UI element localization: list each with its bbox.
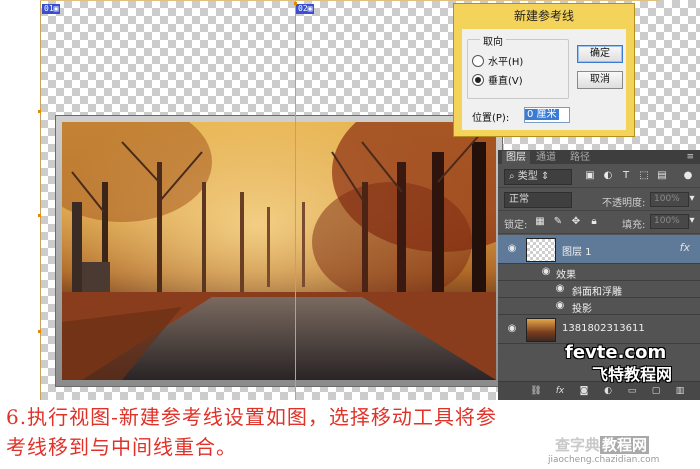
fill-dropdown-icon[interactable]: ▾ (686, 215, 698, 227)
opacity-dropdown-icon[interactable]: ▾ (686, 193, 698, 205)
tab-channels[interactable]: 通道 (532, 151, 560, 164)
panel-menu-icon[interactable]: ≡ (686, 152, 694, 162)
smart-object-filter-icon[interactable]: ▤ (656, 170, 668, 182)
eye-icon[interactable]: ◉ (506, 323, 518, 335)
lock-label: 锁定: (504, 220, 528, 231)
horizontal-radio[interactable] (472, 55, 484, 67)
lock-row: 锁定: ▦ ✎ ✥ 🔒︎ 填充: 100% ▾ (498, 211, 700, 234)
blend-row: 正常 不透明度: 100% ▾ (498, 188, 700, 211)
filter-type-select[interactable]: ⌕ 类型 ⇕ (504, 169, 572, 185)
type-filter-icon[interactable]: T (620, 170, 632, 182)
transform-handle[interactable] (38, 330, 41, 333)
pixel-filter-icon[interactable]: ▣ (584, 170, 596, 182)
horizontal-guide-top[interactable] (40, 0, 660, 1)
dialog-title: 新建参考线 (513, 9, 574, 23)
layer-row-photo[interactable]: ◉ 1381802313611 (498, 315, 700, 344)
filter-toggle-icon[interactable]: ● (682, 170, 694, 182)
orientation-group-label: 取向 (480, 33, 506, 48)
opacity-field[interactable]: 100% (650, 192, 689, 207)
adjustment-filter-icon[interactable]: ◐ (602, 170, 614, 182)
layer-row-selected[interactable]: ◉ 图层 1 fx (498, 235, 700, 264)
transform-handle[interactable] (38, 214, 41, 217)
vertical-guide-left[interactable] (40, 0, 41, 400)
eye-icon[interactable]: ◉ (554, 300, 566, 312)
layer-thumbnail (526, 238, 556, 262)
blend-mode-select[interactable]: 正常 (504, 192, 572, 208)
lock-position-icon[interactable]: ✥ (570, 216, 582, 228)
adjustment-icon[interactable]: ◐ (602, 385, 614, 397)
eye-icon[interactable]: ◉ (554, 283, 566, 295)
effects-label: 效果 (556, 270, 576, 281)
fill-label: 填充: (622, 220, 646, 231)
panel-tabs: 图层 通道 路径 ≡ (498, 150, 700, 164)
horizontal-radio-row[interactable]: 水平(H) (472, 55, 523, 71)
vertical-guide-center[interactable] (295, 0, 296, 400)
mask-icon[interactable]: ◙ (578, 385, 590, 397)
filter-row: ⌕ 类型 ⇕ ▣ ◐ T ⬚ ▤ ● (498, 165, 700, 188)
lock-all-icon[interactable]: 🔒︎ (588, 216, 600, 228)
link-icon[interactable]: ⛓ (530, 385, 542, 397)
cancel-button[interactable]: 取消 (577, 71, 623, 89)
transform-handle[interactable] (38, 110, 41, 113)
shape-filter-icon[interactable]: ⬚ (638, 170, 650, 182)
eye-icon[interactable]: ◉ (506, 243, 518, 255)
caption-line-2: 考线移到与中间线重合。 (6, 435, 237, 459)
dialog-body: 取向 水平(H) 垂直(V) 位置(P): 0 厘米 确定 取消 (462, 29, 626, 130)
ok-button[interactable]: 确定 (577, 45, 623, 63)
effect-name: 斜面和浮雕 (572, 287, 622, 298)
effect-name: 投影 (572, 304, 592, 315)
horizontal-radio-label: 水平(H) (488, 57, 524, 68)
effects-row[interactable]: ◉ 效果 (498, 264, 700, 281)
tab-paths[interactable]: 路径 (566, 151, 594, 164)
effect-row-bevel[interactable]: ◉ 斜面和浮雕 (498, 281, 700, 298)
lock-transparent-icon[interactable]: ▦ (534, 216, 546, 228)
layer-thumbnail (526, 318, 556, 342)
fx-icon[interactable]: fx (554, 385, 566, 397)
lock-image-icon[interactable]: ✎ (552, 216, 564, 228)
opacity-label: 不透明度: (602, 198, 646, 209)
position-input[interactable]: 0 厘米 (524, 107, 570, 123)
pasteboard-strip (0, 0, 40, 400)
eye-icon[interactable]: ◉ (540, 266, 552, 278)
vertical-radio[interactable] (472, 74, 484, 86)
folder-icon[interactable]: ▭ (626, 385, 638, 397)
effect-row-shadow[interactable]: ◉ 投影 (498, 298, 700, 315)
slice-tag-1: 01▣ (42, 4, 61, 14)
autumn-park-photo (62, 122, 496, 380)
watermark-fevte-cn: 飞特教程网 (592, 365, 673, 384)
new-guide-dialog: 新建参考线 取向 水平(H) 垂直(V) 位置(P): 0 厘米 确定 取消 (453, 3, 635, 137)
fx-icon[interactable]: fx (680, 241, 690, 254)
vertical-radio-row[interactable]: 垂直(V) (472, 74, 523, 90)
tutorial-caption: 6.执行视图-新建参考线设置如图，选择移动工具将参 考线移到与中间线重合。 (6, 402, 696, 462)
position-value: 0 厘米 (525, 109, 559, 120)
fill-field[interactable]: 100% (650, 214, 689, 229)
photo-layer-frame[interactable] (56, 116, 502, 386)
position-label: 位置(P): (472, 113, 510, 124)
trash-icon[interactable]: ▥ (674, 385, 686, 397)
transform-handle[interactable] (294, 2, 297, 5)
caption-line-1: 6.执行视图-新建参考线设置如图，选择移动工具将参 (6, 405, 497, 429)
layer-name[interactable]: 图层 1 (562, 243, 592, 258)
slice-tag-2: 02▣ (296, 4, 315, 14)
vertical-radio-label: 垂直(V) (488, 76, 523, 87)
watermark-fevte: fevte.com (565, 342, 667, 363)
layer-name[interactable]: 1381802313611 (562, 323, 645, 334)
tab-layers[interactable]: 图层 (502, 151, 530, 164)
new-layer-icon[interactable]: ▢ (650, 385, 662, 397)
